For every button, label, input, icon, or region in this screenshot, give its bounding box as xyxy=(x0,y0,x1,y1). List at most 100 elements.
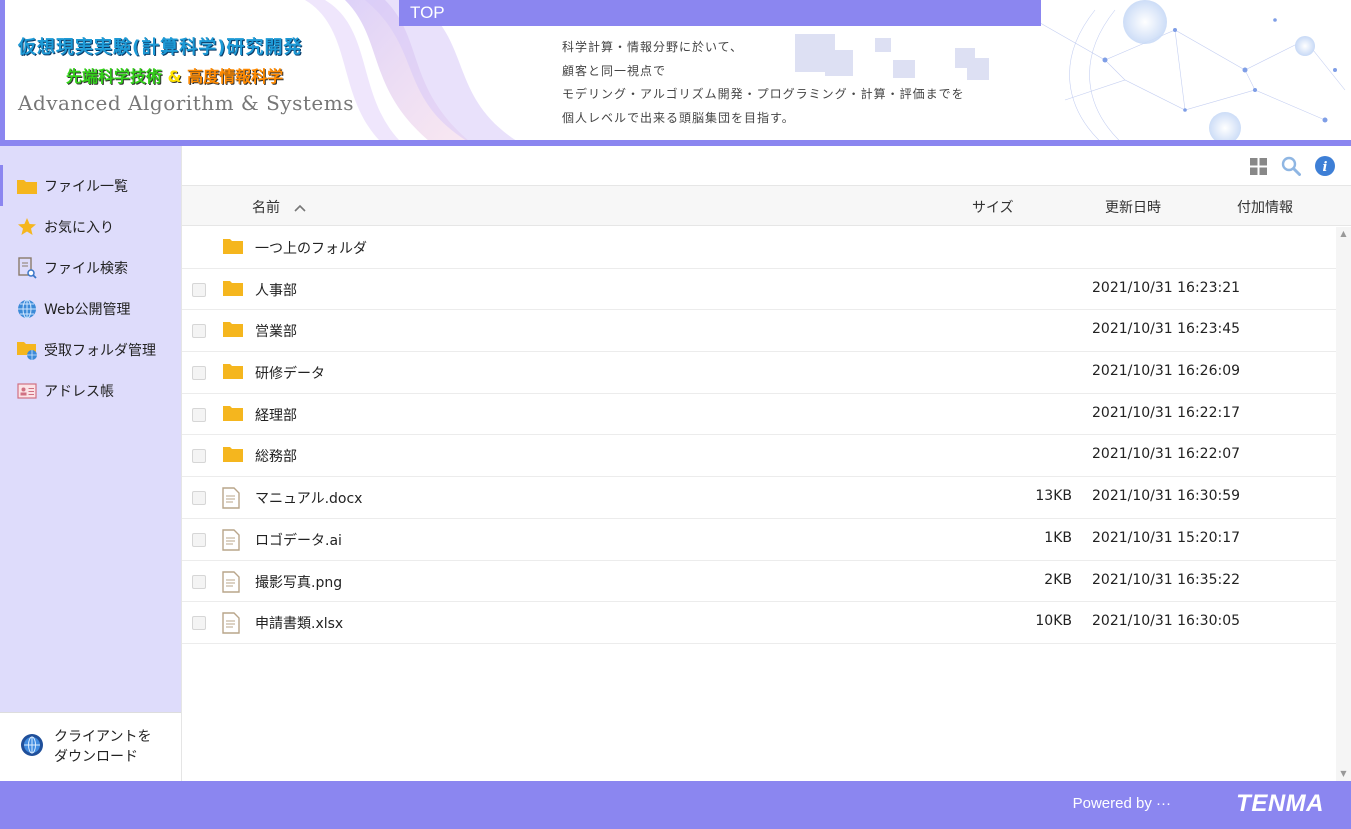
tenma-logo[interactable]: TENMA xyxy=(1236,790,1324,818)
row-checkbox[interactable] xyxy=(192,324,206,339)
row-checkbox[interactable] xyxy=(192,407,206,422)
sidebar-nav: ファイル一覧 お気に入り ファイル検索 Web公開管理 受取フォルダ管理 アドレ… xyxy=(0,146,181,411)
file-name[interactable]: マニュアル.docx xyxy=(255,488,362,508)
sort-asc-icon xyxy=(294,200,307,216)
file-date: 2021/10/31 16:22:07 xyxy=(1092,446,1241,463)
row-checkbox[interactable] xyxy=(192,616,206,631)
sidebar-item-label: Web公開管理 xyxy=(44,301,131,318)
svg-text:i: i xyxy=(1323,160,1328,175)
download-label: クライアントを ダウンロード xyxy=(54,727,151,767)
tagline-line: モデリング・アルゴリズム開発・プログラミング・計算・評価までを xyxy=(562,87,965,101)
file-name[interactable]: 経理部 xyxy=(255,405,297,425)
file-name[interactable]: 人事部 xyxy=(255,280,297,300)
table-row[interactable]: 研修データ 2021/10/31 16:26:09 xyxy=(182,352,1337,394)
table-row[interactable]: ロゴデータ.ai 1KB 2021/10/31 15:20:17 xyxy=(182,519,1337,561)
document-icon xyxy=(222,487,244,509)
column-header-date[interactable]: 更新日時 xyxy=(1105,197,1161,217)
folder-icon xyxy=(222,362,244,382)
file-size: 2KB xyxy=(1044,571,1072,588)
folder-icon xyxy=(222,445,244,465)
star-icon xyxy=(16,216,38,238)
search-icon[interactable] xyxy=(1280,155,1302,177)
parent-folder-row[interactable]: 一つ上のフォルダ xyxy=(182,227,1337,269)
file-date: 2021/10/31 16:35:22 xyxy=(1092,571,1241,588)
file-size: 10KB xyxy=(1035,613,1072,630)
file-size: 1KB xyxy=(1044,529,1072,546)
sidebar-item-address-book[interactable]: アドレス帳 xyxy=(0,370,181,411)
sidebar-item-receive-folder[interactable]: 受取フォルダ管理 xyxy=(0,329,181,370)
globe-icon xyxy=(16,298,38,320)
document-icon xyxy=(222,529,244,551)
file-date: 2021/10/31 16:30:05 xyxy=(1092,613,1241,630)
table-row[interactable]: マニュアル.docx 13KB 2021/10/31 16:30:59 xyxy=(182,477,1337,519)
row-checkbox[interactable] xyxy=(192,574,206,589)
vertical-scrollbar[interactable]: ▲ ▼ xyxy=(1336,227,1351,781)
footer: Powered by ··· TENMA xyxy=(0,781,1351,829)
file-date: 2021/10/31 15:20:17 xyxy=(1092,529,1241,546)
logo-english: Advanced Algorithm & Systems xyxy=(18,91,354,115)
row-checkbox[interactable] xyxy=(192,532,206,547)
sidebar-item-label: お気に入り xyxy=(44,219,114,236)
file-date: 2021/10/31 16:23:21 xyxy=(1092,279,1241,296)
info-icon[interactable]: i xyxy=(1314,155,1336,177)
sidebar-item-file-list[interactable]: ファイル一覧 xyxy=(0,165,181,206)
row-checkbox[interactable] xyxy=(192,366,206,381)
column-header-info[interactable]: 付加情報 xyxy=(1237,197,1293,217)
tagline-line: 顧客と同一視点で xyxy=(562,63,667,78)
file-date: 2021/10/31 16:26:09 xyxy=(1092,363,1241,380)
client-download-button[interactable]: クライアントを ダウンロード xyxy=(0,712,181,781)
table-row[interactable]: 総務部 2021/10/31 16:22:07 xyxy=(182,435,1337,478)
table-row[interactable]: 撮影写真.png 2KB 2021/10/31 16:35:22 xyxy=(182,561,1337,603)
tagline: 科学計算・情報分野に於いて、 顧客と同一視点で モデリング・アルゴリズム開発・プ… xyxy=(562,36,965,130)
file-name[interactable]: 撮影写真.png xyxy=(255,572,342,592)
company-logo[interactable]: 仮想現実実験(計算科学)研究開発 先端科学技術 & 高度情報科学 Advance… xyxy=(18,33,363,115)
file-date: 2021/10/31 16:30:59 xyxy=(1092,488,1241,505)
folder-icon xyxy=(16,175,38,197)
logo-subtitle: 先端科学技術 & 高度情報科学 xyxy=(18,63,363,87)
file-name[interactable]: ロゴデータ.ai xyxy=(255,530,342,550)
document-icon xyxy=(222,612,244,634)
sidebar-item-label: ファイル検索 xyxy=(44,260,128,277)
file-name[interactable]: 総務部 xyxy=(255,446,297,466)
row-checkbox[interactable] xyxy=(192,449,206,464)
column-header-name-label: 名前 xyxy=(252,200,280,216)
scroll-down-arrow[interactable]: ▼ xyxy=(1336,767,1351,781)
folder-icon xyxy=(222,237,244,257)
grid-view-icon[interactable] xyxy=(1247,155,1269,177)
file-name[interactable]: 申請書類.xlsx xyxy=(255,613,343,633)
document-icon xyxy=(222,570,244,593)
download-label-line2: ダウンロード xyxy=(54,749,138,765)
download-label-line1: クライアントを xyxy=(54,729,152,745)
file-name[interactable]: 営業部 xyxy=(255,321,297,341)
table-row[interactable]: 申請書類.xlsx 10KB 2021/10/31 16:30:05 xyxy=(182,602,1337,644)
sidebar-item-file-search[interactable]: ファイル検索 xyxy=(0,247,181,288)
column-header-name[interactable]: 名前 xyxy=(252,197,307,217)
top-tab[interactable]: TOP xyxy=(399,0,1041,26)
file-list-panel: i 名前 サイズ 更新日時 付加情報 一つ上のフォルダ 人事部 2021/10/3… xyxy=(181,146,1351,781)
file-rows: 一つ上のフォルダ 人事部 2021/10/31 16:23:21 営業部 2021/1… xyxy=(182,227,1337,781)
tagline-line: 科学計算・情報分野に於いて、 xyxy=(562,40,744,54)
table-row[interactable]: 経理部 2021/10/31 16:22:17 xyxy=(182,394,1337,436)
column-header-size[interactable]: サイズ xyxy=(972,197,1014,217)
folder-globe-icon xyxy=(16,339,38,361)
table-row[interactable]: 人事部 2021/10/31 16:23:21 xyxy=(182,269,1337,311)
scroll-up-arrow[interactable]: ▲ xyxy=(1336,227,1351,241)
table-row[interactable]: 営業部 2021/10/31 16:23:45 xyxy=(182,310,1337,353)
file-size: 13KB xyxy=(1035,488,1072,505)
sidebar-item-label: 受取フォルダ管理 xyxy=(44,342,156,359)
logo-title: 仮想現実実験(計算科学)研究開発 xyxy=(18,37,303,58)
logo-sub-a: 先端科学技術 xyxy=(66,67,163,86)
tagline-line: 個人レベルで出来る頭脳集団を目指す。 xyxy=(562,110,795,125)
file-name[interactable]: 研修データ xyxy=(255,363,325,383)
table-header: 名前 サイズ 更新日時 付加情報 xyxy=(182,186,1351,226)
file-name[interactable]: 一つ上のフォルダ xyxy=(255,238,367,258)
file-date: 2021/10/31 16:23:45 xyxy=(1092,321,1241,338)
logo-sub-b: 高度情報科学 xyxy=(187,67,284,86)
row-checkbox[interactable] xyxy=(192,491,206,506)
row-checkbox[interactable] xyxy=(192,282,206,297)
sidebar-item-favorites[interactable]: お気に入り xyxy=(0,206,181,247)
sidebar-item-label: ファイル一覧 xyxy=(44,178,128,195)
file-search-icon xyxy=(16,256,38,279)
sidebar-item-web-publish[interactable]: Web公開管理 xyxy=(0,288,181,329)
folder-icon xyxy=(222,279,244,299)
